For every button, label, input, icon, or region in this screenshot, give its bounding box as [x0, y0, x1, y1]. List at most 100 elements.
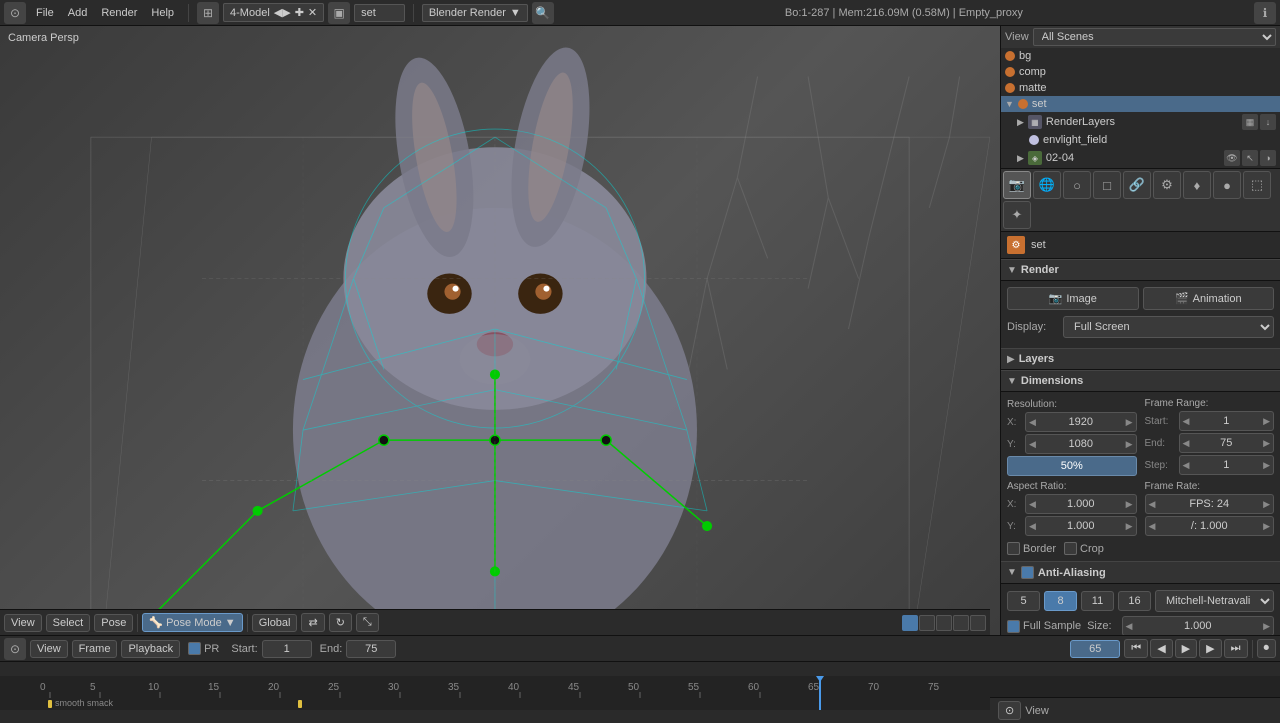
play-btn[interactable]: ▶ — [1175, 639, 1197, 658]
pr-checkbox[interactable] — [188, 642, 201, 655]
modifier-props-btn[interactable]: ⚙ — [1153, 171, 1181, 199]
world-props-btn[interactable]: ○ — [1063, 171, 1091, 199]
menu-add[interactable]: Add — [62, 5, 94, 21]
transform-icon-3[interactable]: ⤡ — [356, 613, 379, 632]
layer-btn-1[interactable] — [902, 615, 918, 631]
tl-playback-btn[interactable]: Playback — [121, 640, 180, 658]
pose-mode-btn[interactable]: 🦴 Pose Mode ▼ — [142, 613, 242, 632]
pr-checkbox-label[interactable]: PR — [188, 642, 219, 655]
rl-btn2[interactable]: ↓ — [1260, 114, 1276, 130]
rl-btn1[interactable]: ▦ — [1242, 114, 1258, 130]
tl-view-btn[interactable]: View — [30, 640, 68, 658]
display-select[interactable]: Full Screen — [1063, 316, 1274, 338]
outliner-item-0204[interactable]: ▶ ◈ 02-04 👁 ↖ ◑ — [1001, 148, 1280, 168]
border-checkbox-label[interactable]: Border — [1007, 542, 1056, 555]
tl-frame-btn[interactable]: Frame — [72, 640, 118, 658]
screen-selector[interactable]: 4-Model ◀▶ ✚ ✕ — [223, 3, 324, 22]
step-field[interactable]: ◀ 1 ▶ — [1179, 455, 1275, 475]
crop-checkbox-label[interactable]: Crop — [1064, 542, 1104, 555]
view-menu-btn[interactable]: View — [4, 614, 42, 632]
scene-select[interactable]: All Scenes — [1033, 28, 1276, 46]
object-props-btn[interactable]: □ — [1093, 171, 1121, 199]
prev-frame-btn[interactable]: ◀ — [1150, 639, 1172, 658]
global-btn[interactable]: Global — [252, 614, 298, 632]
layers-section-header[interactable]: ▶ Layers — [1001, 348, 1280, 370]
transform-icon-2[interactable]: ↻ — [329, 613, 352, 632]
transform-icon-1[interactable]: ⇄ — [301, 613, 324, 632]
outliner-item-renderlayers[interactable]: ▶ ▦ RenderLayers ▦ ↓ — [1001, 112, 1280, 132]
aa-btn-5[interactable]: 5 — [1007, 591, 1040, 611]
play-end-btn[interactable]: ⏭ — [1224, 639, 1248, 658]
size-field[interactable]: ◀ 1.000 ▶ — [1122, 616, 1274, 636]
fpsmult-field[interactable]: ◀ /: 1.000 ▶ — [1145, 516, 1275, 536]
layer-btn-2[interactable] — [919, 615, 935, 631]
tl-start-field[interactable]: 1 — [262, 640, 312, 658]
menu-file[interactable]: File — [30, 5, 60, 21]
screen-close[interactable]: ✕ — [308, 6, 317, 19]
aa-enabled-label[interactable] — [1021, 566, 1034, 579]
cursor-icon[interactable]: ↖ — [1242, 150, 1258, 166]
select-menu-btn[interactable]: Select — [46, 614, 91, 632]
aa-btn-16[interactable]: 16 — [1118, 591, 1151, 611]
ay-field[interactable]: ◀ 1.000 ▶ — [1025, 516, 1137, 536]
blender-icon[interactable]: ⊙ — [4, 2, 26, 24]
svg-text:55: 55 — [688, 682, 700, 693]
outliner-item-set[interactable]: ▼ set — [1001, 96, 1280, 112]
particles-props-btn[interactable]: ✦ — [1003, 201, 1031, 229]
record-btn[interactable]: ⏺ — [1257, 639, 1277, 658]
crop-checkbox[interactable] — [1064, 542, 1077, 555]
outliner-item-envlight[interactable]: envlight_field — [1001, 132, 1280, 148]
layer-btn-4[interactable] — [953, 615, 969, 631]
outliner-item-matte[interactable]: matte — [1001, 80, 1280, 96]
animation-button[interactable]: 🎬 Animation — [1143, 287, 1275, 310]
tl-icon[interactable]: ⊙ — [4, 638, 26, 660]
eye-icon[interactable]: 👁 — [1224, 150, 1240, 166]
layer-btn-3[interactable] — [936, 615, 952, 631]
full-sample-checkbox[interactable] — [1007, 620, 1020, 633]
screen-icon[interactable]: ⊞ — [197, 2, 219, 24]
layer-btn-5[interactable] — [970, 615, 986, 631]
outliner-item-comp[interactable]: comp — [1001, 64, 1280, 80]
border-label: Border — [1023, 543, 1056, 555]
material-props-btn[interactable]: ● — [1213, 171, 1241, 199]
texture-props-btn[interactable]: ⬚ — [1243, 171, 1271, 199]
outliner-item-bg[interactable]: bg — [1001, 48, 1280, 64]
aa-engine-select[interactable]: Mitchell-Netravali — [1155, 590, 1274, 612]
start-field[interactable]: ◀ 1 ▶ — [1179, 411, 1275, 431]
menu-help[interactable]: Help — [145, 5, 180, 21]
status-icon[interactable]: ⊙ — [998, 701, 1021, 720]
play-start-btn[interactable]: ⏮ — [1124, 639, 1148, 658]
pose-menu-btn[interactable]: Pose — [94, 614, 133, 632]
data-props-btn[interactable]: ♦ — [1183, 171, 1211, 199]
engine-selector[interactable]: Blender Render ▼ — [422, 4, 528, 22]
menu-render[interactable]: Render — [95, 5, 143, 21]
aa-btn-11[interactable]: 11 — [1081, 591, 1114, 611]
tl-current-frame[interactable]: 65 — [1070, 640, 1120, 658]
aa-btn-8[interactable]: 8 — [1044, 591, 1077, 611]
constraint-props-btn[interactable]: 🔗 — [1123, 171, 1151, 199]
scene-icon[interactable]: ▣ — [328, 2, 350, 24]
fps-field[interactable]: ◀ FPS: 24 ▶ — [1145, 494, 1275, 514]
tl-end-field[interactable]: 75 — [346, 640, 396, 658]
render-icon[interactable]: ◑ — [1260, 150, 1276, 166]
end-field[interactable]: ◀ 75 ▶ — [1179, 433, 1275, 453]
search-icon[interactable]: 🔍 — [532, 2, 554, 24]
scene-selector[interactable]: set — [354, 4, 405, 22]
dimensions-section-header[interactable]: ▼ Dimensions — [1001, 370, 1280, 392]
next-frame-btn[interactable]: ▶ — [1199, 639, 1221, 658]
scene-props-btn[interactable]: 🌐 — [1033, 171, 1061, 199]
aa-section-header[interactable]: ▼ Anti-Aliasing — [1001, 561, 1280, 584]
screen-add[interactable]: ✚ — [295, 6, 304, 19]
res-x-field[interactable]: ◀ 1920 ▶ — [1025, 412, 1137, 432]
full-sample-label[interactable]: Full Sample — [1007, 620, 1081, 633]
border-checkbox[interactable] — [1007, 542, 1020, 555]
res-percent-field[interactable]: 50% — [1007, 456, 1137, 476]
res-y-field[interactable]: ◀ 1080 ▶ — [1025, 434, 1137, 454]
end-left-arrow: ◀ — [1183, 438, 1190, 449]
render-section-header[interactable]: ▼ Render — [1001, 259, 1280, 281]
ax-field[interactable]: ◀ 1.000 ▶ — [1025, 494, 1137, 514]
info-icon[interactable]: ℹ — [1254, 2, 1276, 24]
aa-checkbox[interactable] — [1021, 566, 1034, 579]
render-props-btn[interactable]: 📷 — [1003, 171, 1031, 199]
image-button[interactable]: 📷 Image — [1007, 287, 1139, 310]
